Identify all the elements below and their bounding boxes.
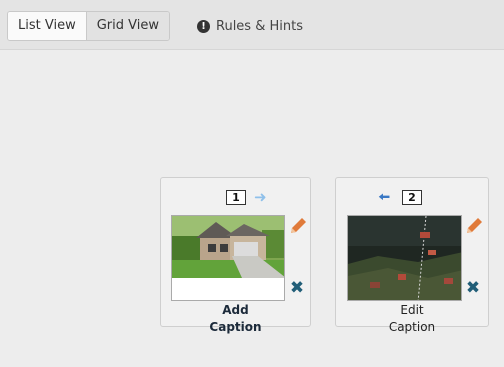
house-photo-image (172, 216, 284, 300)
photo-order-number: 2 (402, 190, 422, 205)
edit-pencil-icon[interactable] (463, 215, 485, 237)
rules-hints-link[interactable]: ! Rules & Hints (197, 12, 303, 40)
caption-line-2: Caption (209, 320, 262, 334)
photo-card-1: 1 ➜ ✖ Add Caption (160, 177, 311, 334)
aerial-map-photo[interactable] (347, 215, 462, 301)
edit-pencil-icon[interactable] (287, 215, 309, 237)
photo-order-number: 1 (226, 190, 246, 205)
aerial-photo-image (348, 216, 461, 300)
photo-card-2: 🠨 2 ✖ Edit Caption (335, 177, 489, 334)
house-exterior-photo[interactable] (171, 215, 285, 301)
arrow-left-icon[interactable]: 🠨 (378, 189, 390, 206)
edit-caption-link[interactable]: Edit Caption (336, 302, 488, 336)
grid-view-button[interactable]: Grid View (85, 12, 169, 40)
rules-hints-label: Rules & Hints (216, 18, 303, 34)
delete-icon[interactable]: ✖ (288, 279, 306, 297)
delete-icon[interactable]: ✖ (464, 279, 482, 297)
list-view-button[interactable]: List View (8, 12, 86, 40)
caption-line-1: Add (222, 303, 249, 317)
arrow-right-icon[interactable]: ➜ (254, 189, 267, 206)
view-toggle: List View Grid View (7, 11, 170, 41)
caption-line-2: Caption (388, 320, 436, 334)
exclamation-circle-icon: ! (197, 19, 210, 33)
add-caption-link[interactable]: Add Caption (161, 302, 310, 336)
caption-line-1: Edit (400, 303, 424, 317)
toolbar: List View Grid View ! Rules & Hints (0, 0, 504, 50)
